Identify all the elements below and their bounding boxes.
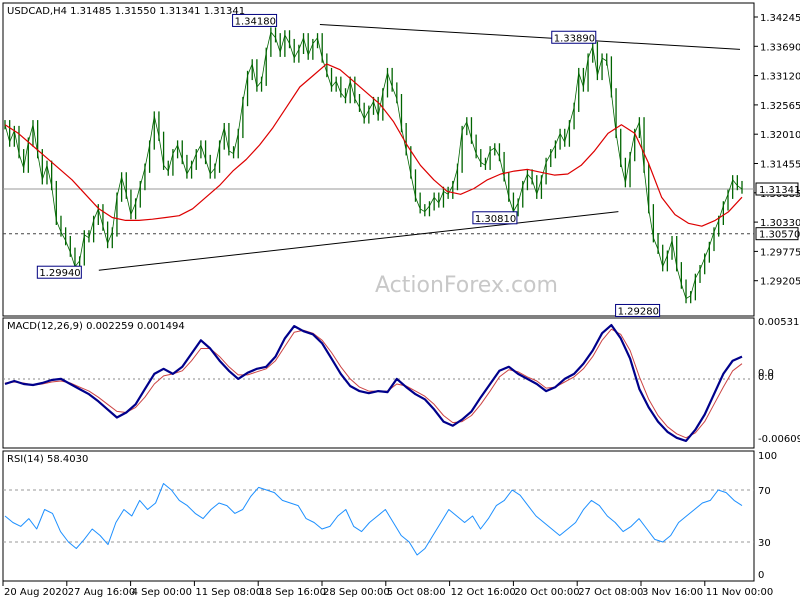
annotation-label: 1.30810	[475, 214, 516, 225]
annotation-box: 1.30810	[472, 211, 518, 225]
price-tag: 1.31341	[755, 182, 800, 196]
macd-header: MACD(12,26,9) 0.002259 0.001494	[7, 321, 185, 332]
panel-frame	[2, 2, 755, 317]
price-header: USDCAD,H4 1.31485 1.31550 1.31341 1.3134…	[7, 6, 245, 17]
time-tick-label: 27 Aug 16:00	[68, 587, 135, 598]
time-tick-label: 11 Nov 00:00	[706, 587, 773, 598]
rsi-header: RSI(14) 58.4030	[7, 454, 88, 465]
watermark: ActionForex.com	[375, 273, 558, 298]
chart-root: USDCAD,H4 1.31485 1.31550 1.31341 1.3134…	[2, 2, 800, 598]
annotation-label: 1.34180	[235, 16, 276, 27]
macd-tick-label: -0.006092	[758, 434, 800, 445]
annotation-label: 1.33890	[554, 33, 595, 44]
time-tick-label: 27 Oct 08:00	[578, 587, 643, 598]
annotation-box: 1.34180	[232, 13, 278, 27]
price-tag: 1.30570	[755, 227, 800, 241]
rsi-tick-label: 100	[758, 451, 777, 462]
price-tick-label: 1.33120	[760, 72, 800, 83]
rsi-tick-label: 30	[758, 538, 771, 549]
price-tick-label: 1.29775	[760, 247, 800, 258]
rsi-panel: RSI(14) 58.4030 100 70 30 0	[2, 450, 777, 582]
time-tick-label: 18 Sep 16:00	[259, 587, 326, 598]
price-tick-label: 1.33690	[760, 42, 800, 53]
macd-panel: MACD(12,26,9) 0.002259 0.001494 0.005312 0…	[2, 317, 800, 449]
price-tick-label: 1.32010	[760, 130, 800, 141]
annotation-label: 1.29280	[618, 306, 659, 317]
price-tag-label: 1.30570	[759, 230, 800, 241]
annotation-box: 1.33890	[551, 30, 597, 44]
time-tick-label: 28 Sep 00:00	[323, 587, 390, 598]
time-tick-label: 3 Nov 16:00	[642, 587, 703, 598]
time-tick-label: 5 Oct 08:00	[387, 587, 446, 598]
time-tick-label: 20 Oct 00:00	[514, 587, 579, 598]
price-tick-label: 1.34245	[760, 13, 800, 24]
time-tick-label: 11 Sep 08:00	[195, 587, 262, 598]
price-tick-label: 1.29205	[760, 277, 800, 288]
panel-frame	[2, 317, 755, 449]
panel-frame	[2, 450, 755, 582]
time-tick-label: 20 Aug 2020	[4, 587, 68, 598]
rsi-tick-label: 0	[758, 570, 764, 581]
annotation-label: 1.29940	[39, 268, 80, 279]
time-tick-label: 4 Sep 00:00	[132, 587, 192, 598]
time-axis: 20 Aug 2020 27 Aug 16:004 Sep 00:00 11 Sep…	[2, 581, 773, 598]
price-tick-label: 1.31455	[760, 160, 800, 171]
macd-tick-label: 0.0	[758, 372, 774, 383]
price-tag-label: 1.31341	[759, 185, 800, 196]
price-tick-label: 1.32565	[760, 101, 800, 112]
macd-tick-label: 0.005312	[758, 317, 800, 328]
time-tick-label: 12 Oct 16:00	[451, 587, 516, 598]
price-panel: USDCAD,H4 1.31485 1.31550 1.31341 1.3134…	[2, 2, 800, 317]
rsi-tick-label: 70	[758, 486, 771, 497]
annotation-box: 1.29280	[615, 303, 661, 317]
annotation-box: 1.29940	[36, 265, 82, 279]
